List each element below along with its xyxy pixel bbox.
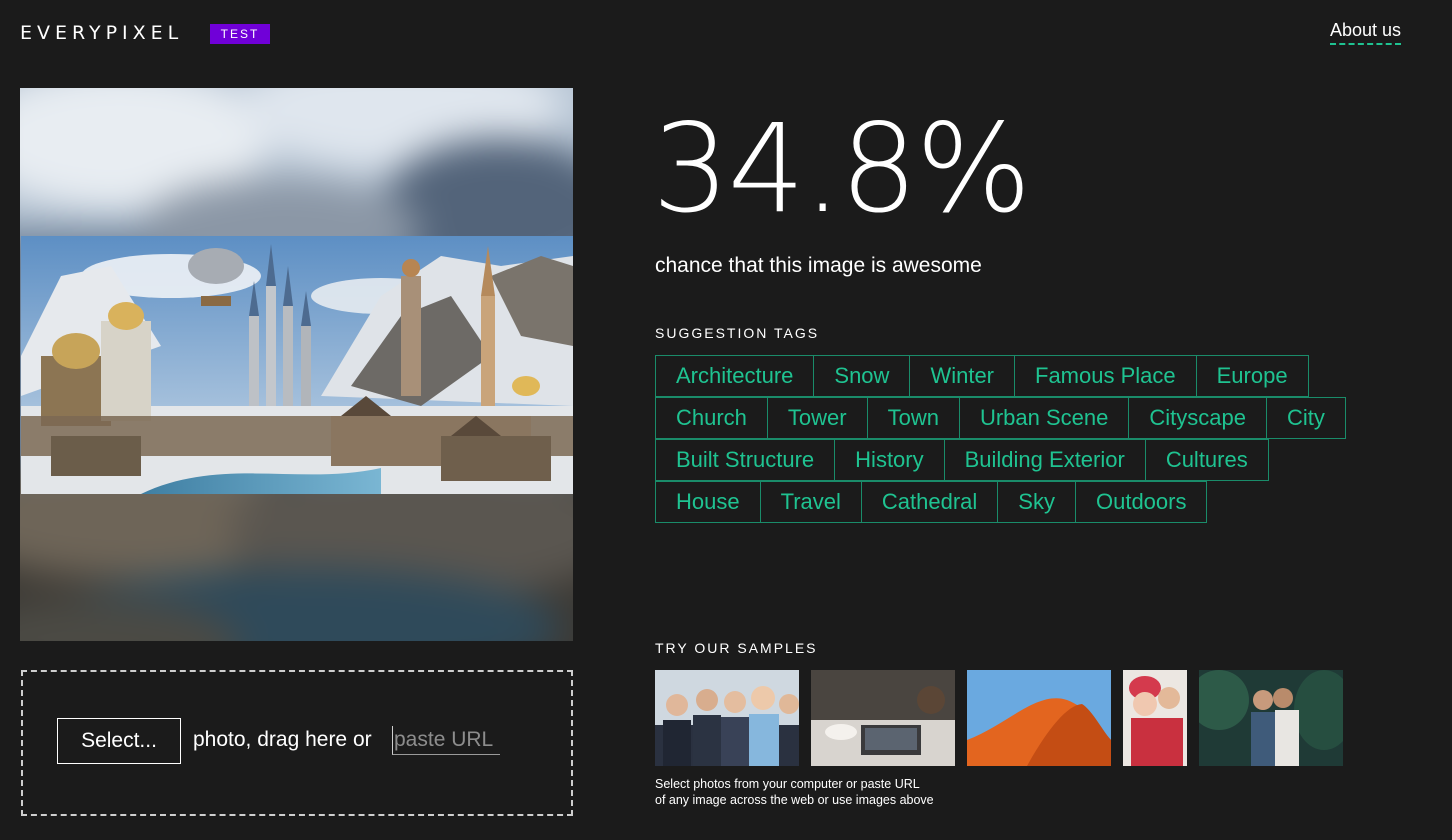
page: EVERYPIXEL TEST About us 34.8% chance th… <box>0 0 1452 840</box>
upload-dropzone[interactable]: Select... photo, drag here or <box>21 670 573 816</box>
sample-image-cafe-table[interactable] <box>811 670 955 766</box>
samples-note: Select photos from your computer or past… <box>655 776 934 808</box>
tag[interactable]: Snow <box>813 355 911 397</box>
suggestion-tags-label: SUGGESTION TAGS <box>655 325 820 341</box>
sample-image-business-team[interactable] <box>655 670 799 766</box>
tag[interactable]: City <box>1265 397 1346 439</box>
tag[interactable]: Outdoors <box>1074 481 1208 523</box>
tag[interactable]: Cathedral <box>860 481 999 523</box>
logo[interactable]: EVERYPIXEL <box>20 22 183 44</box>
tag[interactable]: Built Structure <box>655 439 836 481</box>
tag[interactable]: Church <box>655 397 768 439</box>
tag[interactable]: Town <box>866 397 960 439</box>
samples-note-line: Select photos from your computer or past… <box>655 777 920 791</box>
tag[interactable]: Sky <box>997 481 1076 523</box>
tag[interactable]: House <box>655 481 761 523</box>
awesomeness-score: 34.8% <box>652 98 1032 240</box>
tag[interactable]: Famous Place <box>1014 355 1197 397</box>
analyzed-image <box>21 236 573 494</box>
tag[interactable]: Travel <box>759 481 862 523</box>
tag[interactable]: Cultures <box>1144 439 1269 481</box>
about-us-link[interactable]: About us <box>1329 20 1401 45</box>
suggestion-tags: Architecture Snow Winter Famous Place Eu… <box>655 355 1395 523</box>
select-photo-button[interactable]: Select... <box>57 718 181 764</box>
sample-image-desert-dune[interactable] <box>967 670 1111 766</box>
tag-row: Built Structure History Building Exterio… <box>655 439 1395 481</box>
tag[interactable]: History <box>834 439 945 481</box>
upload-instructions: photo, drag here or <box>193 728 372 751</box>
paste-url-input[interactable] <box>392 726 500 755</box>
tag[interactable]: Building Exterior <box>943 439 1146 481</box>
tag[interactable]: Architecture <box>655 355 815 397</box>
tag[interactable]: Urban Scene <box>958 397 1130 439</box>
try-samples-label: TRY OUR SAMPLES <box>655 640 818 656</box>
samples-note-line: of any image across the web or use image… <box>655 793 934 807</box>
tag-row: Church Tower Town Urban Scene Cityscape … <box>655 397 1395 439</box>
sample-image-couple-winter[interactable] <box>1123 670 1187 766</box>
sample-images <box>655 670 1355 766</box>
score-caption: chance that this image is awesome <box>655 254 982 277</box>
tag-row: Architecture Snow Winter Famous Place Eu… <box>655 355 1395 397</box>
tag[interactable]: Europe <box>1195 355 1309 397</box>
tag[interactable]: Winter <box>909 355 1015 397</box>
tag-row: House Travel Cathedral Sky Outdoors <box>655 481 1395 523</box>
tag[interactable]: Cityscape <box>1128 397 1267 439</box>
tag[interactable]: Tower <box>766 397 868 439</box>
test-badge: TEST <box>210 24 270 44</box>
sample-image-couple-forest[interactable] <box>1199 670 1343 766</box>
